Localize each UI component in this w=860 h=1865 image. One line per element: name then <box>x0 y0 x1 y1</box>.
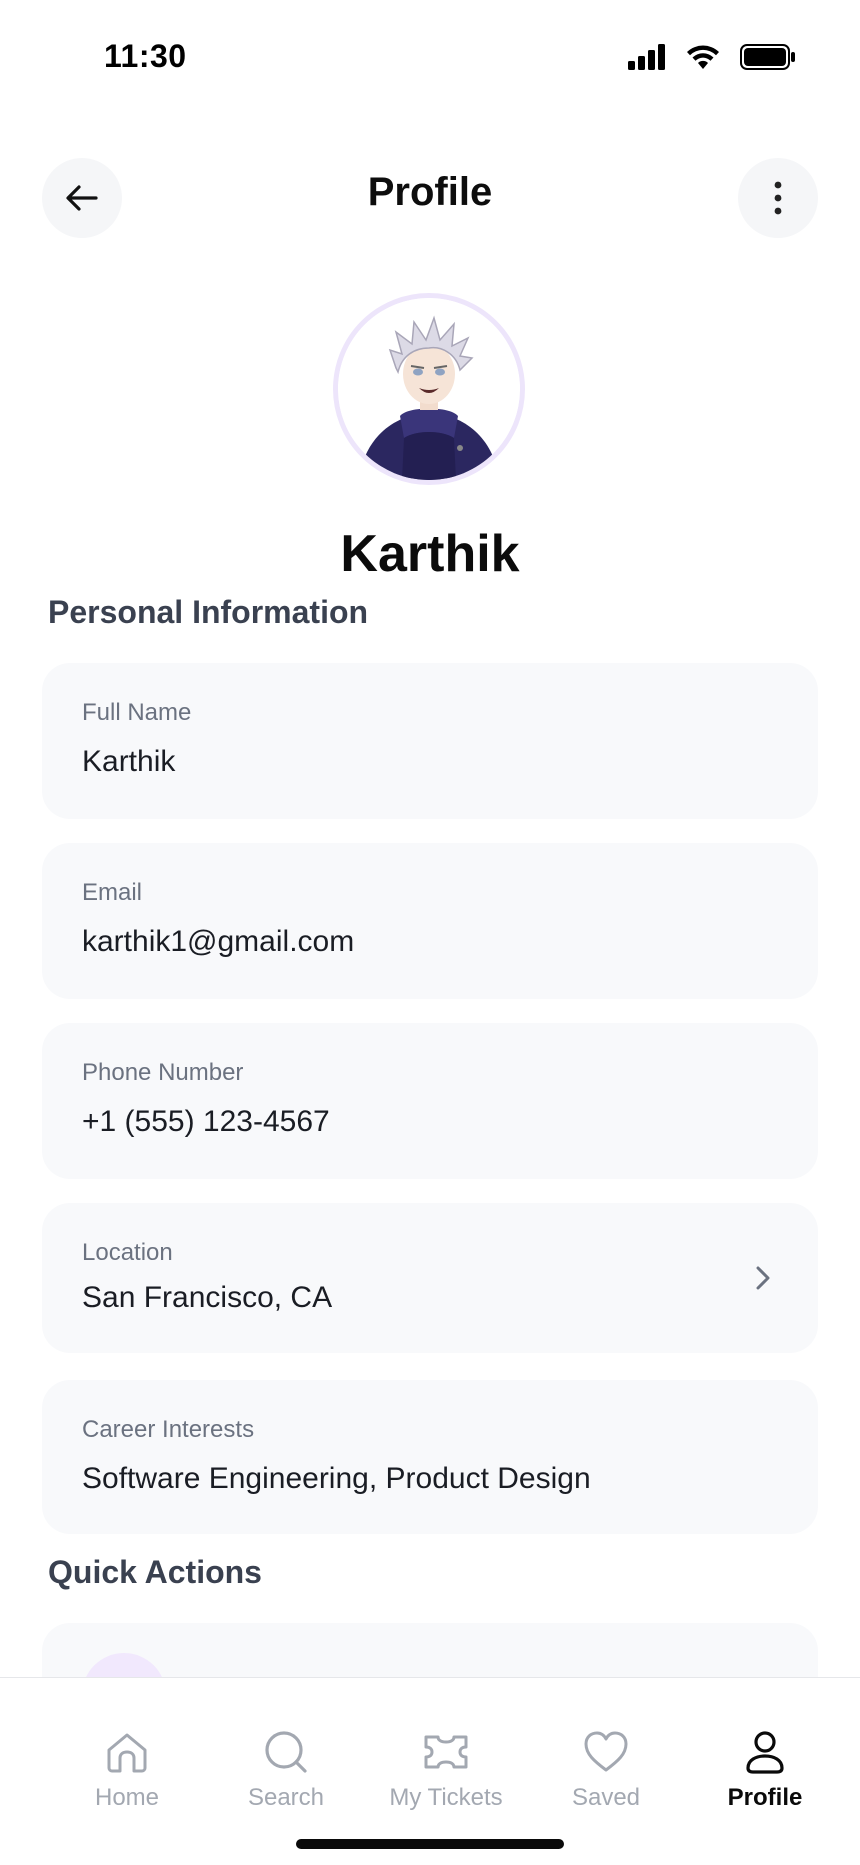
tab-profile[interactable]: Profile <box>690 1728 840 1812</box>
field-label: Full Name <box>82 699 192 726</box>
tab-saved[interactable]: Saved <box>531 1728 681 1812</box>
field-label: Career Interests <box>82 1416 255 1443</box>
bottom-tab-bar: Home Search My Tickets Saved Profile <box>0 1677 860 1865</box>
field-value: Karthik <box>82 745 176 778</box>
tab-label: My Tickets <box>389 1784 503 1811</box>
status-bar: 11:30 <box>0 0 860 110</box>
status-time: 11:30 <box>104 38 187 74</box>
tab-label: Profile <box>727 1784 803 1811</box>
signal-icon <box>628 44 665 70</box>
personal-information-heading: Personal Information <box>48 594 369 630</box>
tab-my-tickets[interactable]: My Tickets <box>371 1728 521 1812</box>
chevron-right-icon <box>756 1266 770 1290</box>
home-indicator <box>296 1839 564 1849</box>
avatar[interactable] <box>333 293 525 485</box>
field-value: karthik1@gmail.com <box>82 925 355 958</box>
user-icon <box>746 1731 784 1774</box>
page-title: Profile <box>367 170 493 214</box>
anime-character-avatar <box>338 298 520 480</box>
search-icon <box>265 1731 307 1773</box>
email-field[interactable]: Email karthik1@gmail.com <box>42 843 818 999</box>
full-name-field[interactable]: Full Name Karthik <box>42 663 818 819</box>
profile-name: Karthik <box>340 525 520 583</box>
more-options-button[interactable] <box>738 158 818 238</box>
heart-icon <box>584 1731 628 1772</box>
status-icons <box>628 44 796 70</box>
career-interests-field[interactable]: Career Interests Software Engineering, P… <box>42 1380 818 1534</box>
location-field[interactable]: Location San Francisco, CA <box>42 1203 818 1353</box>
tab-home[interactable]: Home <box>52 1728 202 1812</box>
phone-number-field[interactable]: Phone Number +1 (555) 123-4567 <box>42 1023 818 1179</box>
field-label: Email <box>82 879 143 906</box>
tab-label: Saved <box>571 1784 641 1811</box>
field-label: Phone Number <box>82 1059 244 1086</box>
field-value: +1 (555) 123-4567 <box>82 1105 330 1138</box>
tab-label: Home <box>94 1784 160 1811</box>
ticket-icon <box>424 1735 468 1769</box>
battery-icon <box>740 44 795 70</box>
field-label: Location <box>82 1239 173 1266</box>
field-value: San Francisco, CA <box>82 1281 333 1314</box>
tab-search[interactable]: Search <box>211 1728 361 1812</box>
wifi-icon <box>687 45 719 69</box>
more-vertical-icon <box>774 181 782 215</box>
quick-actions-heading: Quick Actions <box>48 1554 262 1590</box>
field-value: Software Engineering, Product Design <box>82 1462 591 1495</box>
home-icon <box>107 1733 147 1773</box>
tab-label: Search <box>247 1784 325 1811</box>
